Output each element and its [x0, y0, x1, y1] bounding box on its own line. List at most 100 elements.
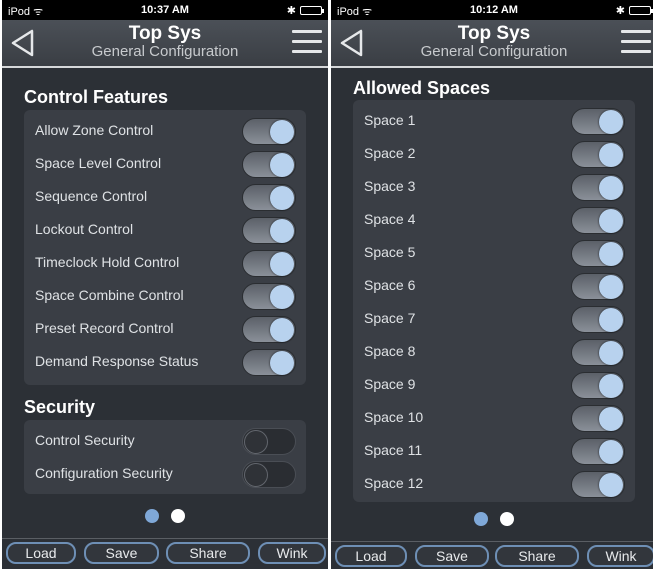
control-features-panel: Allow Zone Control Space Level Control Seq…	[24, 110, 306, 385]
setting-row-space-7: Space 7	[353, 302, 635, 335]
page-dot-1[interactable]	[145, 509, 159, 523]
phone-screen-allowed-spaces: iPod ᯤ 10:12 AM ✱ Top Sys General Config…	[331, 0, 653, 569]
bottom-toolbar: Load Save Share Wink	[331, 541, 653, 569]
page-dot-2[interactable]	[500, 512, 514, 526]
menu-button[interactable]	[292, 30, 322, 56]
setting-row-space-8: Space 8	[353, 335, 635, 368]
setting-row-lockout-control: Lockout Control	[24, 213, 306, 246]
sequence-control-toggle[interactable]	[242, 184, 296, 211]
setting-label: Space 12	[364, 475, 424, 491]
space-3-toggle[interactable]	[571, 174, 625, 201]
load-button[interactable]: Load	[6, 542, 76, 564]
bluetooth-icon: ✱	[286, 5, 296, 17]
allowed-spaces-panel: Space 1 Space 2 Space 3 Space 4 Space 5 Space…	[353, 100, 635, 502]
toggle-knob	[244, 463, 268, 487]
setting-label: Space 4	[364, 211, 416, 227]
setting-row-space-5: Space 5	[353, 236, 635, 269]
page-dot-2[interactable]	[171, 509, 185, 523]
toggle-knob	[270, 351, 294, 375]
lockout-control-toggle[interactable]	[242, 217, 296, 244]
space-8-toggle[interactable]	[571, 339, 625, 366]
share-button[interactable]: Share	[495, 545, 579, 567]
nav-bar: Top Sys General Configuration	[331, 20, 653, 68]
setting-label: Space 1	[364, 112, 416, 128]
section-title-allowed-spaces: Allowed Spaces	[353, 78, 491, 98]
toggle-knob	[244, 430, 268, 454]
timeclock-hold-control-toggle[interactable]	[242, 250, 296, 277]
page-dot-1[interactable]	[474, 512, 488, 526]
setting-label: Allow Zone Control	[35, 122, 154, 138]
space-11-toggle[interactable]	[571, 438, 625, 465]
setting-row-timeclock-hold-control: Timeclock Hold Control	[24, 246, 306, 279]
preset-record-control-toggle[interactable]	[242, 316, 296, 343]
toggle-knob	[270, 186, 294, 210]
menu-button[interactable]	[621, 30, 651, 56]
demand-response-status-toggle[interactable]	[242, 349, 296, 376]
setting-row-space-combine-control: Space Combine Control	[24, 279, 306, 312]
setting-label: Space 10	[364, 409, 424, 425]
space-2-toggle[interactable]	[571, 141, 625, 168]
space-combine-control-toggle[interactable]	[242, 283, 296, 310]
toggle-knob	[270, 318, 294, 342]
setting-row-preset-record-control: Preset Record Control	[24, 312, 306, 345]
page-subtitle: General Configuration	[91, 43, 239, 60]
setting-label: Space Combine Control	[35, 287, 184, 303]
control-security-toggle[interactable]	[242, 428, 296, 455]
setting-row-space-11: Space 11	[353, 434, 635, 467]
toggle-knob	[599, 308, 623, 332]
setting-row-configuration-security: Configuration Security	[24, 457, 306, 490]
toggle-knob	[270, 153, 294, 177]
setting-label: Lockout Control	[35, 221, 134, 237]
phone-screen-control-features: iPod ᯤ 10:37 AM ✱ Top Sys General Config…	[2, 0, 328, 569]
battery-area: ✱	[286, 4, 324, 17]
page-indicator	[331, 512, 653, 526]
status-bar: iPod ᯤ 10:12 AM ✱	[331, 0, 653, 20]
space-4-toggle[interactable]	[571, 207, 625, 234]
bluetooth-icon: ✱	[615, 5, 625, 17]
toggle-knob	[599, 341, 623, 365]
setting-label: Timeclock Hold Control	[35, 254, 180, 270]
setting-row-space-9: Space 9	[353, 368, 635, 401]
setting-label: Preset Record Control	[35, 320, 174, 336]
space-7-toggle[interactable]	[571, 306, 625, 333]
space-10-toggle[interactable]	[571, 405, 625, 432]
space-12-toggle[interactable]	[571, 471, 625, 498]
setting-label: Space 8	[364, 343, 416, 359]
toggle-knob	[270, 120, 294, 144]
share-button[interactable]: Share	[166, 542, 250, 564]
space-1-toggle[interactable]	[571, 108, 625, 135]
toggle-knob	[270, 219, 294, 243]
toggle-knob	[270, 285, 294, 309]
toggle-knob	[599, 176, 623, 200]
setting-label: Configuration Security	[35, 465, 173, 481]
setting-row-control-security: Control Security	[24, 424, 306, 457]
space-6-toggle[interactable]	[571, 273, 625, 300]
setting-label: Demand Response Status	[35, 353, 199, 369]
setting-label: Control Security	[35, 432, 135, 448]
toggle-knob	[599, 242, 623, 266]
save-button[interactable]: Save	[415, 545, 489, 567]
hamburger-menu-icon	[621, 30, 651, 53]
load-button[interactable]: Load	[335, 545, 407, 567]
wink-button[interactable]: Wink	[258, 542, 326, 564]
clock: 10:37 AM	[141, 4, 189, 16]
setting-label: Space 7	[364, 310, 416, 326]
save-button[interactable]: Save	[84, 542, 159, 564]
space-level-control-toggle[interactable]	[242, 151, 296, 178]
page-subtitle: General Configuration	[420, 43, 568, 60]
toggle-knob	[599, 209, 623, 233]
toggle-knob	[599, 143, 623, 167]
hamburger-menu-icon	[292, 30, 322, 53]
setting-label: Space 11	[364, 442, 423, 458]
space-9-toggle[interactable]	[571, 372, 625, 399]
clock: 10:12 AM	[470, 4, 518, 16]
configuration-security-toggle[interactable]	[242, 461, 296, 488]
setting-label: Space Level Control	[35, 155, 162, 171]
setting-row-space-12: Space 12	[353, 467, 635, 500]
setting-row-space-4: Space 4	[353, 203, 635, 236]
space-5-toggle[interactable]	[571, 240, 625, 267]
setting-label: Space 2	[364, 145, 416, 161]
wink-button[interactable]: Wink	[587, 545, 653, 567]
toggle-knob	[270, 252, 294, 276]
allow-zone-control-toggle[interactable]	[242, 118, 296, 145]
